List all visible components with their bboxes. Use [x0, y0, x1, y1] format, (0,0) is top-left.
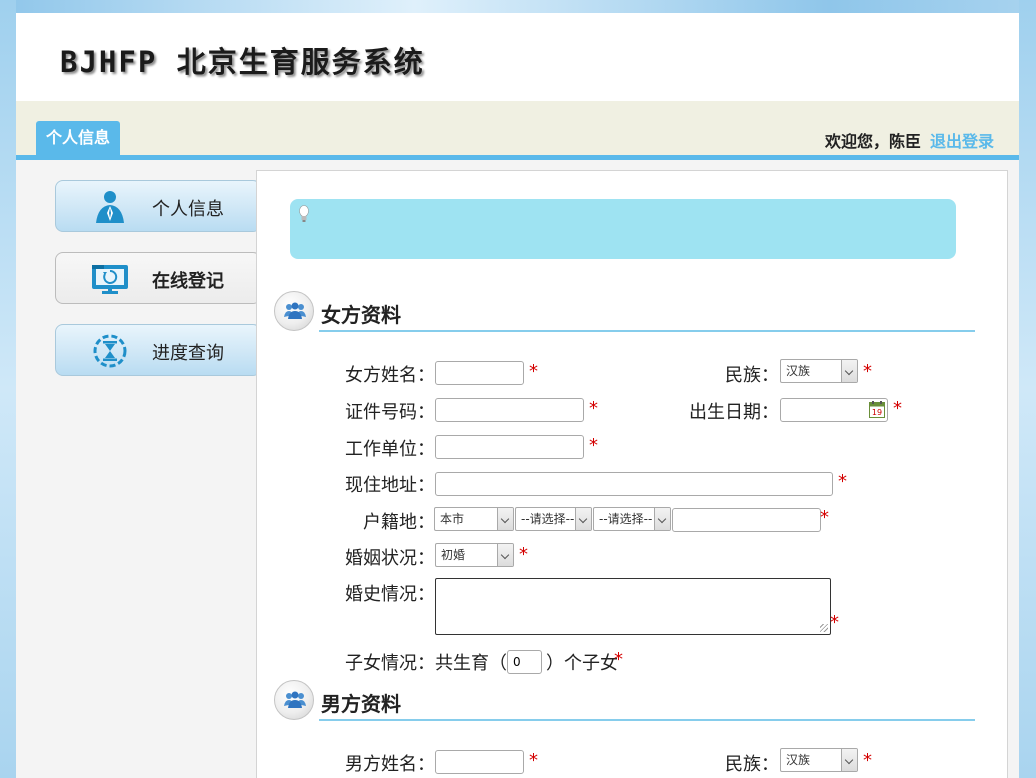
chevron-down-icon: [654, 508, 670, 530]
female-address-input[interactable]: [435, 472, 833, 496]
chevron-down-icon: [841, 749, 857, 771]
female-name-label: 女方姓名：: [345, 365, 435, 386]
female-history-label: 婚史情况：: [345, 584, 435, 605]
sidebar-item-label: 个人信息: [152, 199, 224, 220]
female-id-input[interactable]: [435, 398, 584, 422]
female-marital-select[interactable]: 初婚: [435, 543, 514, 567]
calendar-icon[interactable]: 19: [869, 401, 885, 418]
male-ethnicity-select[interactable]: 汉族: [780, 748, 858, 772]
huji-district-select[interactable]: --请选择--: [515, 507, 592, 531]
male-name-label: 男方姓名：: [345, 754, 435, 775]
select-value: 本市: [440, 512, 465, 526]
chevron-down-icon: [497, 544, 513, 566]
section-female: 女方资料: [271, 289, 975, 333]
female-work-input[interactable]: [435, 435, 584, 459]
huji-detail-input[interactable]: [672, 508, 821, 532]
logout-link[interactable]: 退出登录: [930, 128, 994, 152]
required-mark: *: [838, 471, 847, 492]
required-mark: *: [830, 612, 839, 633]
section-male: 男方资料: [271, 678, 975, 722]
resize-grip-icon[interactable]: [820, 624, 828, 632]
female-ethnicity-select[interactable]: 汉族: [780, 359, 858, 383]
chevron-down-icon: [575, 508, 591, 530]
select-value: 初婚: [441, 548, 466, 562]
lightbulb-icon: [299, 205, 309, 222]
group-icon: [274, 680, 314, 720]
female-work-label: 工作单位：: [345, 439, 435, 460]
required-mark: *: [614, 649, 623, 670]
sidebar-item-label: 进度查询: [152, 343, 224, 364]
required-mark: *: [529, 361, 538, 382]
monitor-icon: [90, 261, 130, 297]
form-panel: 女方资料 女方姓名： * 民族： 汉族 * 证件号码： * 出生日期： 19 *…: [256, 170, 1008, 778]
site-logo: BJHFP 北京生育服务系统: [60, 45, 425, 79]
section-title: 女方资料: [321, 303, 401, 327]
female-children-suffix: ）个子女: [546, 653, 618, 674]
section-title: 男方资料: [321, 692, 401, 716]
children-count-input[interactable]: [507, 650, 542, 674]
hourglass-icon: [90, 333, 130, 369]
female-huji-label: 户籍地：: [363, 512, 435, 533]
required-mark: *: [529, 750, 538, 771]
huji-street-select[interactable]: --请选择--: [593, 507, 671, 531]
group-icon: [274, 291, 314, 331]
sky-background-top: [0, 0, 1036, 13]
page-frame: BJHFP 北京生育服务系统 个人信息 欢迎您，陈臣 退出登录 个人信息 在线登…: [16, 13, 1019, 778]
sidebar-item-label: 在线登记: [152, 271, 224, 292]
tab-personal-info[interactable]: 个人信息: [36, 121, 120, 155]
required-mark: *: [863, 361, 872, 382]
welcome-text: 欢迎您，陈臣: [824, 132, 921, 151]
chevron-down-icon: [841, 360, 857, 382]
sidebar-item-personal-info[interactable]: 个人信息: [55, 180, 261, 232]
required-mark: *: [519, 544, 528, 565]
female-ethnicity-label: 民族：: [725, 365, 779, 386]
section-divider: [319, 719, 975, 721]
huji-city-select[interactable]: 本市: [434, 507, 514, 531]
sky-background-right: [1019, 0, 1036, 778]
sky-background-left: [0, 0, 16, 778]
tip-box: [290, 199, 956, 259]
male-name-input[interactable]: [435, 750, 524, 774]
sidebar-item-online-register[interactable]: 在线登记: [55, 252, 261, 304]
male-ethnicity-label: 民族：: [725, 754, 779, 775]
female-id-label: 证件号码：: [345, 402, 435, 423]
required-mark: *: [589, 398, 598, 419]
select-value: 汉族: [786, 364, 811, 378]
required-mark: *: [863, 750, 872, 771]
chevron-down-icon: [497, 508, 513, 530]
header: BJHFP 北京生育服务系统: [16, 13, 1019, 101]
person-icon: [90, 189, 130, 225]
female-address-label: 现住地址：: [345, 475, 435, 496]
required-mark: *: [820, 507, 829, 528]
required-mark: *: [893, 398, 902, 419]
female-birth-label: 出生日期：: [689, 402, 779, 423]
select-value: --请选择--: [521, 512, 575, 526]
svg-text:19: 19: [872, 408, 882, 417]
sidebar-item-progress[interactable]: 进度查询: [55, 324, 261, 376]
female-marital-label: 婚姻状况：: [345, 548, 435, 569]
female-name-input[interactable]: [435, 361, 524, 385]
nav-bar: 个人信息 欢迎您，陈臣 退出登录: [16, 101, 1019, 160]
select-value: --请选择--: [599, 512, 653, 526]
section-divider: [319, 330, 975, 332]
female-history-textarea[interactable]: [435, 578, 831, 635]
select-value: 汉族: [786, 753, 811, 767]
female-children-prefix: 子女情况：共生育（: [345, 653, 507, 674]
required-mark: *: [589, 435, 598, 456]
